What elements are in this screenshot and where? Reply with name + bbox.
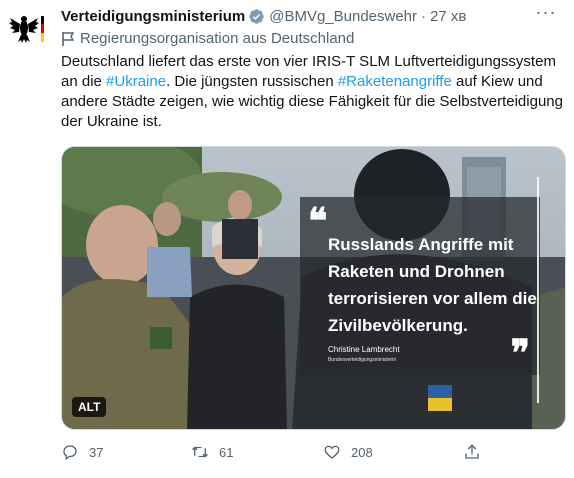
quote-open-mark: ❝ [308, 200, 328, 242]
author-handle[interactable]: @BMVg_Bundeswehr [269, 8, 417, 25]
flag-icon [62, 31, 75, 46]
quote-close-mark: ❞ [510, 332, 530, 374]
hashtag-ukraine[interactable]: #Ukraine [106, 73, 166, 90]
more-options-icon[interactable]: ··· [534, 3, 558, 26]
verified-badge-icon [249, 8, 264, 24]
tweet-text-part: . Die jüngsten russischen [166, 73, 338, 90]
tweet-actions: 37 61 208 [61, 443, 521, 463]
quote-text: Russlands Angriffe mit Raketen und Drohn… [328, 235, 537, 335]
retweet-icon [192, 446, 208, 458]
retweet-count: 61 [219, 444, 234, 460]
retweet-button[interactable]: 61 [191, 443, 233, 461]
separator-dot: · [421, 7, 427, 25]
tweet-media-image[interactable]: ❝ Russlands Angriffe mit Raketen und Dro… [61, 146, 566, 430]
reply-count: 37 [89, 444, 104, 460]
reply-button[interactable]: 37 [61, 443, 103, 461]
quote-divider-line [537, 177, 539, 403]
hashtag-raketenangriffe[interactable]: #Raketenangriffe [338, 73, 452, 90]
reply-icon [63, 445, 77, 461]
federal-eagle-icon [9, 16, 44, 43]
tweet[interactable]: Verteidigungsministerium @BMVg_Bundesweh… [0, 0, 574, 478]
tweet-timestamp[interactable]: 27 хв [430, 8, 466, 25]
like-button[interactable]: 208 [323, 443, 373, 461]
affiliation-text: Regierungsorganisation aus Deutschland [80, 30, 355, 47]
avatar[interactable] [6, 8, 48, 50]
share-icon [465, 444, 479, 459]
tweet-header: Verteidigungsministerium @BMVg_Bundesweh… [61, 6, 466, 26]
tweet-text: Deutschland liefert das erste von vier I… [61, 52, 566, 132]
heart-icon [324, 445, 340, 459]
like-count: 208 [351, 444, 373, 460]
affiliation-label[interactable]: Regierungsorganisation aus Deutschland [61, 30, 354, 47]
alt-text-button[interactable]: ALT [72, 397, 107, 417]
quote-author-role: Bundesverteidigungsministerin [328, 357, 397, 363]
author-name[interactable]: Verteidigungsministerium [61, 8, 245, 25]
quote-author: Christine Lambrecht [328, 345, 400, 354]
quote-overlay: ❝ Russlands Angriffe mit Raketen und Dro… [300, 197, 540, 375]
share-button[interactable] [463, 443, 491, 461]
